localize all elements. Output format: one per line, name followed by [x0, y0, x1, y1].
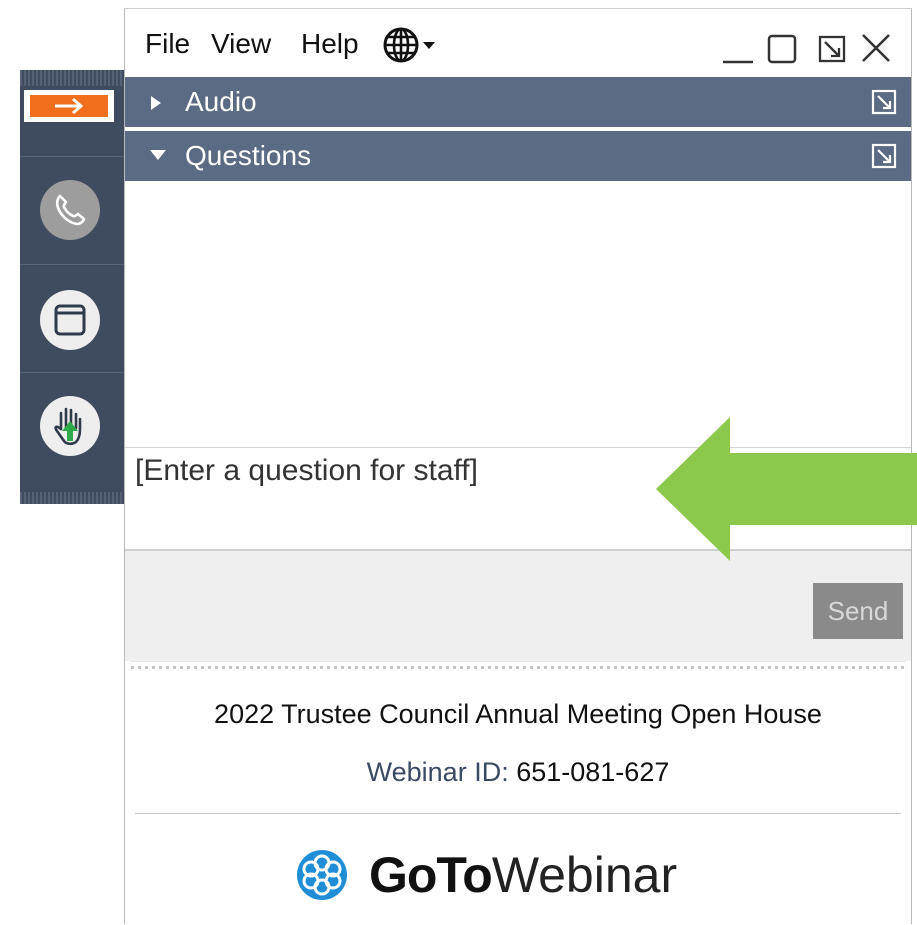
logo-text-webinar: Webinar — [491, 847, 678, 903]
window-button[interactable] — [40, 290, 100, 350]
caret-down-icon — [150, 150, 166, 160]
menu-file[interactable]: File — [145, 27, 190, 61]
send-row: Send — [125, 551, 911, 661]
popout-icon[interactable] — [815, 31, 849, 65]
gotowebinar-logo: GoTo Webinar — [295, 845, 677, 905]
maximize-icon[interactable] — [765, 31, 799, 65]
menu-view[interactable]: View — [211, 27, 271, 61]
questions-section-header[interactable]: Questions — [125, 131, 911, 181]
strip-grip-bottom[interactable] — [20, 492, 124, 504]
audio-button[interactable] — [40, 180, 100, 240]
arrow-right-icon — [55, 97, 84, 115]
collapse-panel-button[interactable] — [24, 90, 114, 122]
questions-log[interactable] — [125, 181, 911, 447]
highlight-arrow-icon — [656, 417, 917, 561]
webinar-id-label: Webinar ID: — [366, 757, 509, 787]
logo-text-goto: GoTo — [369, 847, 493, 903]
popout-icon[interactable] — [871, 89, 897, 115]
chevron-down-icon — [423, 42, 435, 49]
webinar-id-value: 651-081-627 — [516, 757, 670, 787]
window-icon — [54, 304, 86, 336]
popout-icon[interactable] — [871, 143, 897, 169]
strip-grip-top[interactable] — [20, 70, 124, 86]
caret-right-icon — [151, 96, 161, 110]
menu-bar: File View Help — [125, 9, 911, 77]
raise-hand-button[interactable] — [40, 396, 100, 456]
webinar-title: 2022 Trustee Council Annual Meeting Open… — [214, 699, 822, 729]
questions-section-label: Questions — [185, 140, 312, 171]
menu-help[interactable]: Help — [301, 27, 359, 61]
close-icon[interactable] — [859, 31, 893, 65]
webinar-info: 2022 Trustee Council Annual Meeting Open… — [125, 677, 911, 925]
control-panel-strip — [20, 70, 124, 504]
send-button[interactable]: Send — [813, 583, 903, 639]
resize-grip[interactable] — [131, 661, 905, 674]
flower-logo-icon — [297, 850, 347, 900]
globe-icon — [383, 27, 435, 63]
minimize-icon[interactable] — [721, 31, 755, 65]
language-button[interactable] — [381, 26, 455, 64]
webinar-id: Webinar ID: 651-081-627 — [125, 757, 911, 788]
phone-icon — [55, 194, 86, 226]
audio-section-header[interactable]: Audio — [125, 77, 911, 127]
raise-hand-icon — [54, 407, 82, 446]
audio-section-label: Audio — [185, 86, 257, 117]
